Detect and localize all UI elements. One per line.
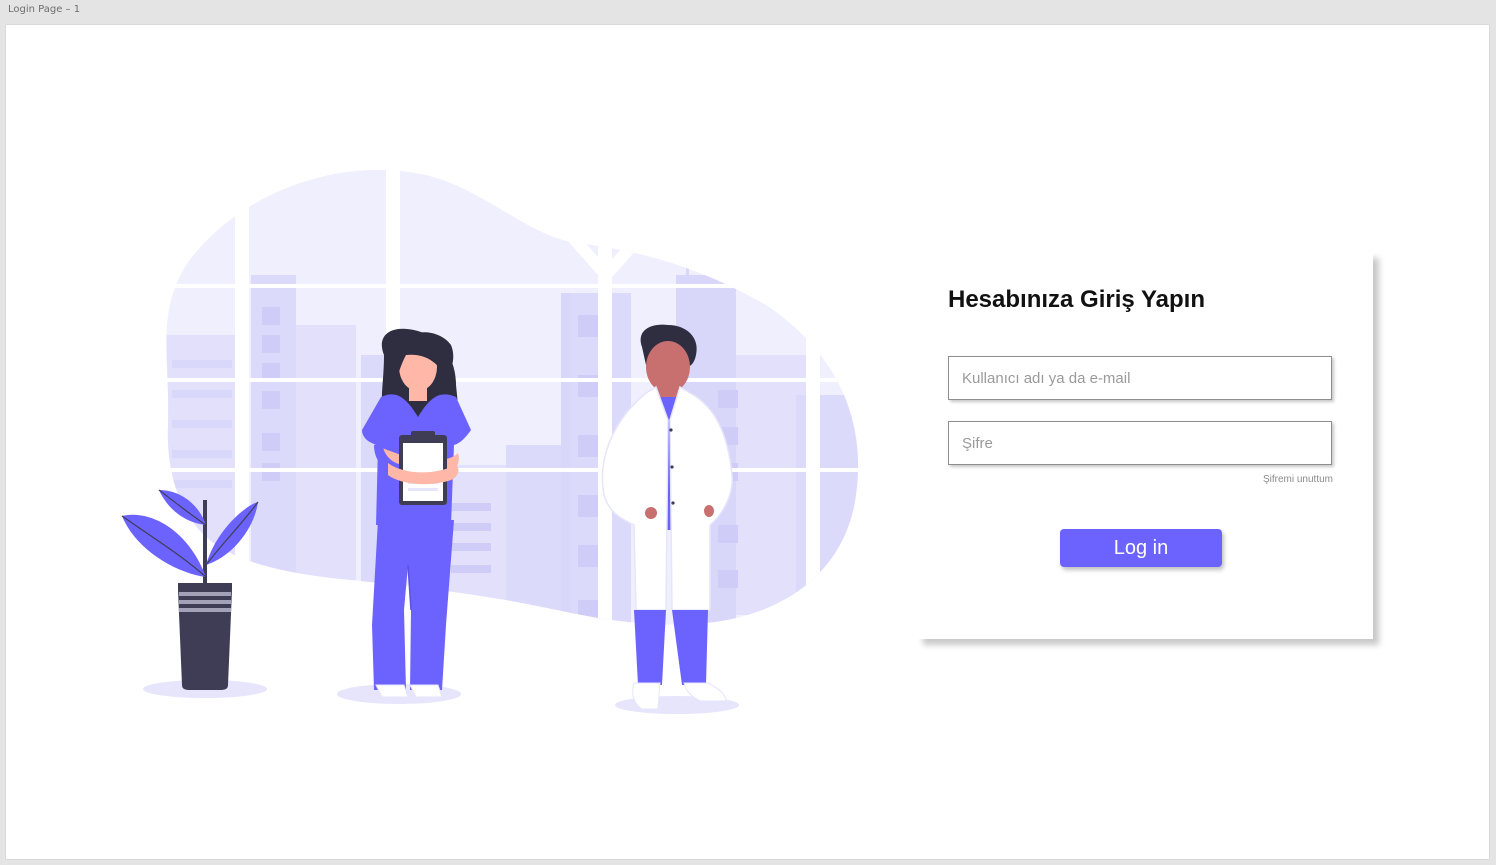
password-input[interactable] [948,421,1332,465]
login-card: Hesabınıza Giriş Yapın Şifremi unuttum L… [917,252,1373,639]
username-email-input[interactable] [948,356,1332,400]
artboard-label: Login Page – 1 [8,4,81,15]
artboard: Hesabınıza Giriş Yapın Şifremi unuttum L… [6,25,1489,859]
login-title: Hesabınıza Giriş Yapın [948,286,1205,313]
login-button[interactable]: Log in [1060,529,1222,567]
background-blob [166,169,859,625]
forgot-password-link[interactable]: Şifremi unuttum [1263,474,1333,485]
plant-illustration [121,489,259,690]
